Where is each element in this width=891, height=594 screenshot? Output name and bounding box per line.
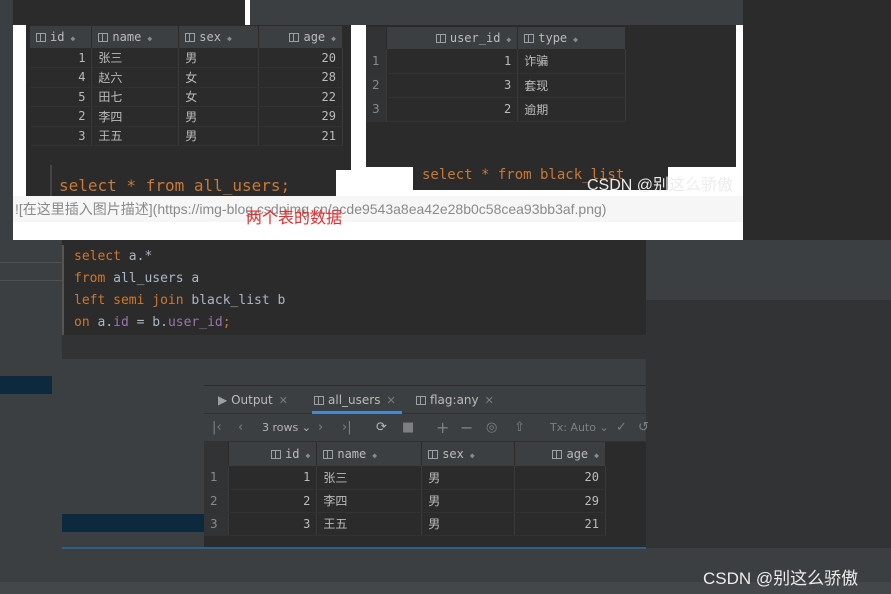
row-number-header <box>366 27 387 49</box>
close-icon[interactable]: ✕ <box>279 394 288 407</box>
chevron-down-icon: ⌄ <box>301 421 311 434</box>
rollback-icon[interactable]: ↺ <box>638 414 649 442</box>
column-icon <box>428 450 439 459</box>
column-header-age[interactable]: age ◆ <box>514 442 606 466</box>
panel-splitter[interactable] <box>62 359 646 385</box>
results-toolbar: |‹ ‹ 3 rows ⌄ › ›| ⟳ ■ + − ◎ ⇧ Tx: Auto … <box>204 414 649 442</box>
close-icon[interactable]: ✕ <box>485 394 494 407</box>
row-number-header <box>204 442 230 466</box>
code-line-1: select a.* <box>74 249 153 264</box>
column-icon <box>36 33 46 42</box>
results-border <box>62 547 646 549</box>
embedded-dark-strip <box>13 0 245 25</box>
table-row[interactable]: 1 张三男 20 <box>30 48 343 68</box>
column-icon <box>524 34 535 43</box>
services-selected-row[interactable] <box>62 514 204 532</box>
commit-icon[interactable]: ✓ <box>616 414 627 442</box>
table-row[interactable]: 2 李四男 29 <box>30 106 343 127</box>
black-list-table: user_id ◆ type ◆ 1 1 诈骗 2 3 套现 3 2 逾期 <box>366 27 626 122</box>
watermark-bottom: CSDN @别这么骄傲 <box>703 569 859 588</box>
column-icon <box>289 33 300 42</box>
sort-icon: ◆ <box>70 34 76 43</box>
column-icon <box>185 33 196 42</box>
gutter-selection <box>0 376 52 394</box>
sort-icon: ◆ <box>226 34 232 43</box>
rows-selector[interactable]: 3 rows ⌄ <box>262 414 311 442</box>
code-line-2: from all_users a <box>74 271 200 286</box>
sort-icon: ◆ <box>469 451 475 460</box>
tx-mode-selector[interactable]: Tx: Auto ⌄ <box>550 414 609 442</box>
editor-bottom-area <box>62 335 646 359</box>
column-icon <box>323 450 334 459</box>
all-users-table: id ◆ name ◆ sex ◆ age ◆ 1 张三男 20 4 赵六女 28 5 田七女 22… <box>30 26 343 146</box>
table-row[interactable]: 4 赵六女 28 <box>30 67 343 88</box>
column-header-user-id[interactable]: user_id ◆ <box>386 27 519 49</box>
tab-flag-any[interactable]: flag:any ✕ <box>416 386 494 414</box>
tab-all-users[interactable]: all_users ✕ <box>312 386 402 414</box>
table-row[interactable]: 1 1 张三男 20 <box>204 466 606 490</box>
ide-right-toolbar-area <box>646 240 891 300</box>
gutter-divider <box>0 280 62 281</box>
stop-icon[interactable]: ■ <box>402 414 414 442</box>
gutter-divider <box>0 262 62 263</box>
table-row[interactable]: 3 2 逾期 <box>366 97 626 122</box>
table-row[interactable]: 3 王五男 21 <box>30 126 343 146</box>
table-row[interactable]: 3 3 王五男 21 <box>204 512 606 536</box>
column-header-type[interactable]: type ◆ <box>517 27 626 49</box>
column-icon <box>435 34 446 43</box>
column-icon <box>271 450 282 459</box>
sort-icon: ◆ <box>372 451 378 460</box>
sort-icon: ◆ <box>594 451 599 460</box>
column-header-id[interactable]: id ◆ <box>228 442 318 466</box>
sql-editor[interactable]: select a.* from all_users a left semi jo… <box>62 245 646 335</box>
last-page-icon[interactable]: ›| <box>342 414 352 442</box>
watermark-top: CSDN @别这么骄傲 <box>587 177 734 194</box>
prev-page-icon[interactable]: ‹ <box>238 414 243 442</box>
code-line-3: left semi join black_list b <box>74 293 286 308</box>
query1-text: select * from all_users; <box>59 176 291 195</box>
table-row[interactable]: 2 3 套现 <box>366 73 626 98</box>
image-link-text: ![在这里插入图片描述](https://img-blog.csdnimg.cn… <box>13 196 743 222</box>
sort-icon: ◆ <box>506 35 512 44</box>
column-header-age[interactable]: age ◆ <box>258 26 343 48</box>
submit-icon[interactable]: ⇧ <box>514 414 525 442</box>
chevron-down-icon: ⌄ <box>599 421 609 434</box>
sort-icon: ◆ <box>573 35 578 44</box>
first-page-icon[interactable]: |‹ <box>212 414 222 442</box>
table-row[interactable]: 5 田七女 22 <box>30 87 343 107</box>
sort-icon: ◆ <box>305 451 311 460</box>
table-row[interactable]: 2 2 李四男 29 <box>204 489 606 513</box>
caption-text: 两个表的数据 <box>246 210 343 227</box>
tab-output[interactable]: ▶ Output ✕ <box>218 386 288 414</box>
code-line-4: on a.id = b.user_id; <box>74 315 231 330</box>
column-icon <box>552 450 563 459</box>
table-icon <box>416 396 426 405</box>
sort-icon: ◆ <box>331 34 336 43</box>
revert-icon[interactable]: ◎ <box>486 414 497 442</box>
table-icon <box>314 396 324 405</box>
refresh-icon[interactable]: ⟳ <box>376 414 387 442</box>
sort-icon: ◆ <box>147 34 153 43</box>
column-icon <box>98 33 109 42</box>
add-row-icon[interactable]: + <box>436 414 449 442</box>
column-header-name[interactable]: name ◆ <box>316 442 423 466</box>
column-header-sex[interactable]: sex ◆ <box>178 26 260 48</box>
column-header-name[interactable]: name ◆ <box>91 26 180 48</box>
console-icon: ▶ <box>218 393 228 407</box>
results-tabs: ▶ Output ✕ all_users ✕ flag:any ✕ <box>204 386 646 414</box>
result-grid: id ◆ name ◆ sex ◆ age ◆ 1 1 张三男 20 2 2 李四男 29 3 3 王五… <box>204 442 606 536</box>
table-row[interactable]: 1 1 诈骗 <box>366 49 626 74</box>
close-icon[interactable]: ✕ <box>386 394 395 407</box>
embedded-dark-strip <box>250 0 743 25</box>
column-header-sex[interactable]: sex ◆ <box>421 442 516 466</box>
next-page-icon[interactable]: › <box>318 414 323 442</box>
remove-row-icon[interactable]: − <box>460 414 473 442</box>
column-header-id[interactable]: id ◆ <box>30 26 93 48</box>
